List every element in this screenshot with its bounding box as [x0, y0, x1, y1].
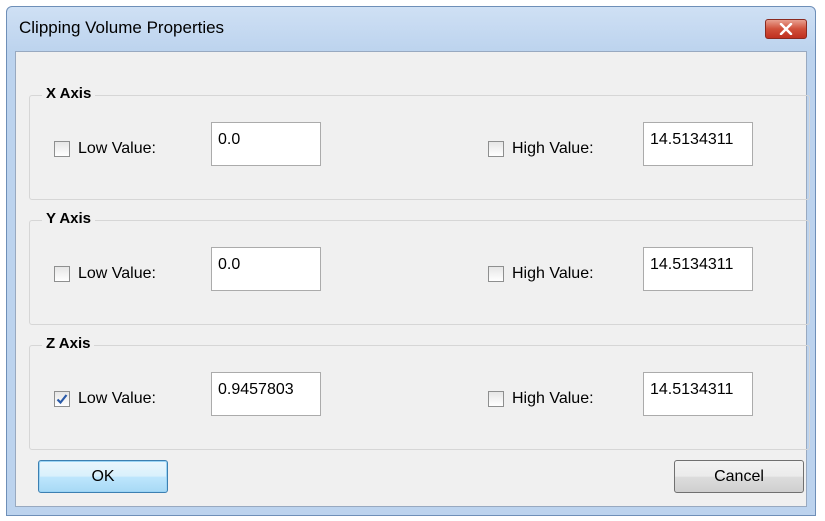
y-axis-group-label: Y Axis [42, 210, 96, 227]
y-high-checkbox-field[interactable]: High Value: [488, 265, 594, 283]
close-icon [779, 23, 793, 35]
y-low-checkbox[interactable] [54, 266, 70, 282]
x-high-checkbox-field[interactable]: High Value: [488, 140, 594, 158]
x-axis-group-label: X Axis [42, 85, 96, 102]
close-button[interactable] [765, 19, 807, 39]
z-high-value-input[interactable]: 14.5134311 [643, 372, 753, 416]
y-axis-group: Y Axis Low Value: 0.0 High Value: 14.513… [29, 210, 810, 325]
title-bar: Clipping Volume Properties [7, 7, 815, 51]
z-axis-group-label: Z Axis [42, 335, 95, 352]
y-high-label: High Value: [512, 265, 594, 282]
z-high-checkbox-field[interactable]: High Value: [488, 390, 594, 408]
y-high-value-input[interactable]: 14.5134311 [643, 247, 753, 291]
x-low-checkbox[interactable] [54, 141, 70, 157]
y-low-label: Low Value: [78, 265, 156, 282]
y-low-value-input[interactable]: 0.0 [211, 247, 321, 291]
x-high-label: High Value: [512, 140, 594, 157]
x-low-label: Low Value: [78, 140, 156, 157]
dialog-window: Clipping Volume Properties X Axis Low Va… [6, 6, 816, 516]
z-high-label: High Value: [512, 390, 594, 407]
checkmark-icon [56, 394, 68, 405]
z-low-checkbox-field[interactable]: Low Value: [54, 390, 156, 408]
cancel-button[interactable]: Cancel [674, 460, 804, 493]
ok-button[interactable]: OK [38, 460, 168, 493]
z-low-checkbox[interactable] [54, 391, 70, 407]
dialog-title: Clipping Volume Properties [19, 18, 225, 37]
x-high-value-input[interactable]: 14.5134311 [643, 122, 753, 166]
z-high-checkbox[interactable] [488, 391, 504, 407]
x-low-checkbox-field[interactable]: Low Value: [54, 140, 156, 158]
z-axis-group: Z Axis Low Value: 0.9457803 High Value: … [29, 335, 810, 450]
z-low-value-input[interactable]: 0.9457803 [211, 372, 321, 416]
y-high-checkbox[interactable] [488, 266, 504, 282]
x-low-value-input[interactable]: 0.0 [211, 122, 321, 166]
y-low-checkbox-field[interactable]: Low Value: [54, 265, 156, 283]
z-low-label: Low Value: [78, 390, 156, 407]
x-high-checkbox[interactable] [488, 141, 504, 157]
x-axis-group: X Axis Low Value: 0.0 High Value: 14.513… [29, 85, 810, 200]
